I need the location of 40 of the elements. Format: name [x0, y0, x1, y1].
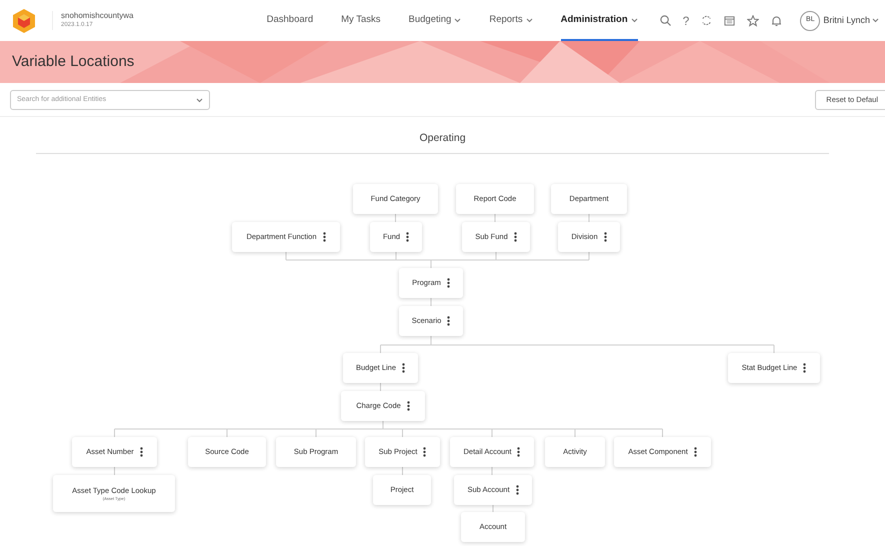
- kebab-menu-icon[interactable]: [516, 484, 519, 495]
- connector-line: [380, 382, 381, 392]
- nav-tab[interactable]: Dashboard: [266, 0, 314, 41]
- calendar-icon[interactable]: [724, 15, 736, 26]
- kebab-menu-icon[interactable]: [514, 232, 517, 242]
- help-icon[interactable]: ?: [682, 14, 690, 26]
- bell-icon[interactable]: [771, 14, 782, 26]
- search-icon[interactable]: [660, 15, 671, 26]
- nav-tab[interactable]: Budgeting: [408, 0, 462, 41]
- kebab-menu-icon[interactable]: [446, 278, 450, 288]
- connector-line: [430, 297, 432, 306]
- connector-line: [492, 504, 494, 512]
- nav-tab[interactable]: My Tasks: [341, 0, 381, 41]
- connector-line: [395, 213, 396, 222]
- kebab-menu-icon[interactable]: [406, 400, 410, 411]
- user-menu[interactable]: Britni Lynch: [823, 14, 879, 28]
- logo-icon: [12, 8, 36, 34]
- connector-line: [494, 213, 496, 222]
- refresh-icon[interactable]: [701, 15, 712, 26]
- kebab-menu-icon[interactable]: [140, 446, 143, 457]
- kebab-menu-icon[interactable]: [604, 232, 607, 242]
- connector-line: [402, 466, 403, 476]
- kebab-menu-icon[interactable]: [322, 232, 326, 242]
- section-title: Operating: [418, 131, 467, 146]
- chevron-down-icon[interactable]: [196, 98, 203, 102]
- kebab-menu-icon[interactable]: [803, 362, 806, 373]
- kebab-menu-icon[interactable]: [447, 316, 450, 326]
- kebab-menu-icon[interactable]: [423, 446, 426, 457]
- kebab-menu-icon[interactable]: [406, 232, 410, 242]
- kebab-menu-icon[interactable]: [694, 446, 697, 457]
- kebab-menu-icon[interactable]: [517, 446, 520, 457]
- kebab-menu-icon[interactable]: [402, 362, 406, 373]
- page-title: Variable Locations: [12, 53, 134, 71]
- star-icon[interactable]: [747, 14, 760, 26]
- nav-tab[interactable]: Reports: [489, 0, 533, 41]
- chevron-down-icon: [872, 18, 879, 23]
- nav-tab[interactable]: Administration: [560, 0, 638, 41]
- organization-name: snohomishcountywa: [61, 11, 134, 21]
- connector-line: [588, 213, 590, 222]
- connector-line: [114, 466, 115, 476]
